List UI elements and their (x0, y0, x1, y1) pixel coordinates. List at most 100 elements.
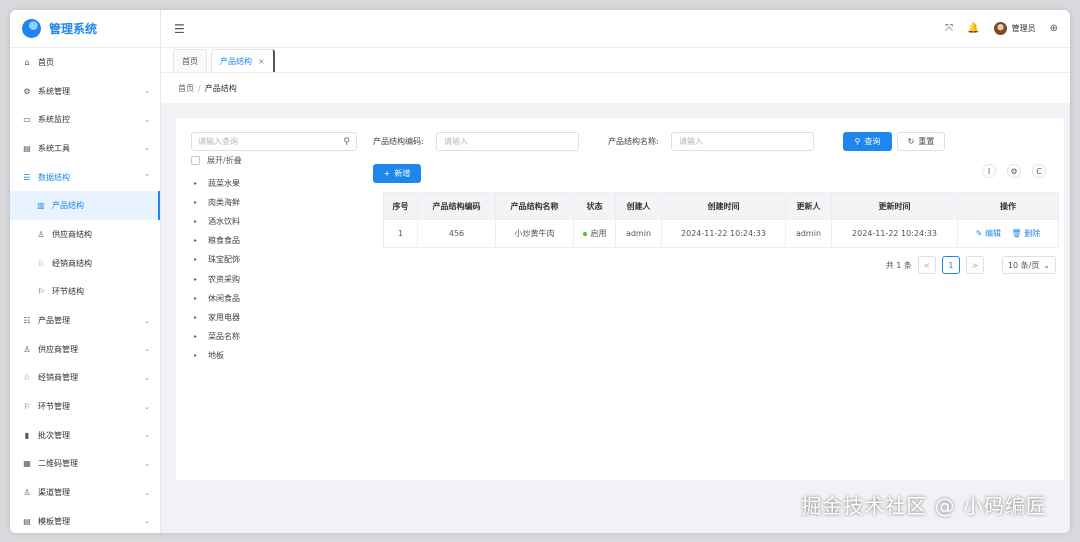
sidebar-item-monitor[interactable]: ▭ 系统监控 ⌄ (10, 105, 160, 134)
tab-product-structure[interactable]: 产品结构 × (211, 49, 275, 72)
sidebar: 管理系统 ⌂ 首页 ⚙ 系统管理 ⌄ ▭ 系统监控 ⌄ ▤ 系统工具 ⌄ ☰ 数据结构 ⌃ ▥ 产品… (10, 10, 161, 533)
refresh-icon[interactable]: C (1032, 164, 1046, 178)
search-icon[interactable]: ⚲ (343, 137, 350, 147)
sidebar-item-tools[interactable]: ▤ 系统工具 ⌄ (10, 134, 160, 163)
chevron-down-icon: ⌄ (144, 87, 150, 96)
column-header: 产品结构名称 (495, 192, 574, 220)
logo[interactable]: 管理系统 (10, 10, 160, 48)
sidebar-item-label: 经销商管理 (38, 373, 78, 383)
tree-node-label: 菜品名称 (208, 331, 240, 341)
tree-node[interactable]: ▸ 酒水饮料 (194, 212, 240, 231)
page-size-select[interactable]: 10 条/页 ⌄ (1001, 256, 1056, 274)
close-icon[interactable]: × (258, 57, 265, 66)
tree-node-label: 农资采购 (208, 274, 240, 284)
content-card: ⚲ 展开/折叠 ▸ 蔬菜水果 ▸ 肉类海鲜 ▸ 酒水饮料 ▸ 粮食食品 ▸ 珠宝配饰 ▸ 农… (176, 118, 1064, 480)
user-icon: ♙ (37, 229, 45, 239)
next-page-button[interactable]: > (965, 256, 984, 274)
sidebar-item-product-structure[interactable]: ▥ 产品结构 (10, 191, 160, 221)
caret-right-icon: ▸ (194, 180, 198, 188)
trash-icon: 🗑 (1011, 229, 1022, 238)
sidebar-item-label: 供应商结构 (52, 229, 92, 239)
tree-node-label: 地板 (208, 350, 224, 360)
sidebar-item-label: 系统监控 (38, 115, 70, 125)
name-input[interactable] (671, 132, 814, 151)
fullscreen-icon[interactable]: ⤧ (945, 23, 953, 34)
tree-node-label: 肉类海鲜 (208, 198, 240, 208)
chevron-down-icon: ⌄ (144, 431, 150, 440)
sidebar-item-supplier-mgmt[interactable]: ♙ 供应商管理 ⌄ (10, 335, 160, 364)
table-row: 1 456 小炒黄牛肉 启用 admin 2024-11-22 10:24:33… (383, 219, 1059, 248)
toolbox-icon: ▤ (23, 143, 31, 153)
expand-checkbox[interactable] (191, 156, 200, 165)
status-badge: 启用 (582, 228, 607, 239)
user-menu[interactable]: 管理员 (993, 22, 1036, 35)
tree-node[interactable]: ▸ 休闲食品 (194, 289, 240, 308)
bell-icon[interactable]: 🔔 (967, 23, 979, 34)
page-1-button[interactable]: 1 (941, 256, 960, 274)
sidebar-menu: ⌂ 首页 ⚙ 系统管理 ⌄ ▭ 系统监控 ⌄ ▤ 系统工具 ⌄ ☰ 数据结构 ⌃ ▥ 产品结构 ♙ 供… (10, 48, 160, 533)
sidebar-item-supplier-structure[interactable]: ♙ 供应商结构 (10, 220, 160, 249)
search-button[interactable]: ⚲ 查询 (843, 132, 892, 151)
tree-node[interactable]: ▸ 肉类海鲜 (194, 193, 240, 212)
caret-right-icon: ▸ (194, 218, 198, 226)
sidebar-item-system[interactable]: ⚙ 系统管理 ⌄ (10, 77, 160, 106)
list-icon: ☷ (23, 316, 31, 326)
menu-fold-icon[interactable]: ☰ (174, 22, 185, 36)
tree-node[interactable]: ▸ 家用电器 (194, 308, 240, 327)
sidebar-item-label: 模板管理 (38, 516, 70, 526)
sidebar-item-qrcode-mgmt[interactable]: ▦ 二维码管理 ⌄ (10, 450, 160, 479)
sidebar-item-data-structure[interactable]: ☰ 数据结构 ⌃ (10, 163, 160, 192)
code-input[interactable] (436, 132, 579, 151)
breadcrumb-home[interactable]: 首页 (178, 83, 194, 94)
language-icon[interactable]: ⊕ (1050, 23, 1058, 34)
tree-node[interactable]: ▸ 珠宝配饰 (194, 250, 240, 269)
sidebar-item-label: 环节结构 (52, 287, 84, 297)
settings-icon[interactable]: ⚙ (1007, 164, 1021, 178)
edit-button[interactable]: ✎ 编辑 (976, 229, 1001, 238)
reset-button[interactable]: ↻ 重置 (897, 132, 945, 151)
sidebar-item-dealer-structure[interactable]: ♘ 经销商结构 (10, 249, 160, 278)
add-button[interactable]: + 新增 (373, 164, 421, 183)
reset-button-label: 重置 (918, 137, 935, 146)
column-header: 产品结构编码 (417, 192, 496, 220)
logo-icon (22, 19, 41, 38)
refresh-icon: ↻ (907, 137, 915, 146)
sidebar-item-home[interactable]: ⌂ 首页 (10, 48, 160, 77)
sidebar-item-dealer-mgmt[interactable]: ♘ 经销商管理 ⌄ (10, 364, 160, 393)
template-icon: ▤ (23, 516, 31, 526)
sidebar-item-label: 首页 (38, 57, 54, 67)
column-header: 创建人 (615, 192, 662, 220)
tree-expand-toggle[interactable]: 展开/折叠 (191, 155, 242, 166)
prev-page-button[interactable]: < (917, 256, 936, 274)
delete-button[interactable]: 🗑 删除 (1012, 229, 1041, 238)
edit-icon: ✎ (975, 229, 983, 238)
cell-created: 2024-11-22 10:24:33 (661, 219, 786, 248)
tree-node[interactable]: ▸ 农资采购 (194, 269, 240, 288)
sidebar-item-stage-structure[interactable]: ⚐ 环节结构 (10, 278, 160, 307)
barcode-icon: ▮ (24, 430, 30, 440)
name-label: 产品结构名称: (608, 137, 659, 146)
chevron-down-icon: ⌄ (144, 373, 150, 382)
tab-home[interactable]: 首页 (173, 49, 207, 72)
tree-node[interactable]: ▸ 蔬菜水果 (194, 174, 240, 193)
tree-search-input[interactable] (198, 137, 344, 146)
sidebar-item-batch-mgmt[interactable]: ▮ 批次管理 ⌄ (10, 421, 160, 450)
column-height-icon[interactable]: I (982, 164, 996, 178)
sidebar-item-product-mgmt[interactable]: ☷ 产品管理 ⌄ (10, 306, 160, 335)
table-toolbar: I ⚙ C (982, 164, 1046, 178)
tree-node-label: 蔬菜水果 (208, 179, 240, 189)
chevron-down-icon: ⌄ (144, 144, 150, 153)
grid-icon: ▥ (37, 201, 45, 211)
tree-node[interactable]: ▸ 粮食食品 (194, 231, 240, 250)
gear-icon: ⚙ (23, 86, 31, 96)
chevron-down-icon: ⌄ (144, 488, 150, 497)
sidebar-item-channel-mgmt[interactable]: ♙ 渠道管理 ⌄ (10, 478, 160, 507)
sidebar-item-stage-mgmt[interactable]: ⚐ 环节管理 ⌄ (10, 392, 160, 421)
caret-right-icon: ▸ (194, 313, 198, 321)
tree-node[interactable]: ▸ 地板 (194, 346, 240, 365)
avatar (993, 22, 1007, 35)
sidebar-item-template-mgmt[interactable]: ▤ 模板管理 ⌄ (10, 507, 160, 533)
status-dot (582, 231, 587, 236)
product-structure-table: 序号 产品结构编码 产品结构名称 状态 创建人 创建时间 更新人 更新时间 操作… (383, 192, 1059, 248)
tree-node[interactable]: ▸ 菜品名称 (194, 327, 240, 346)
